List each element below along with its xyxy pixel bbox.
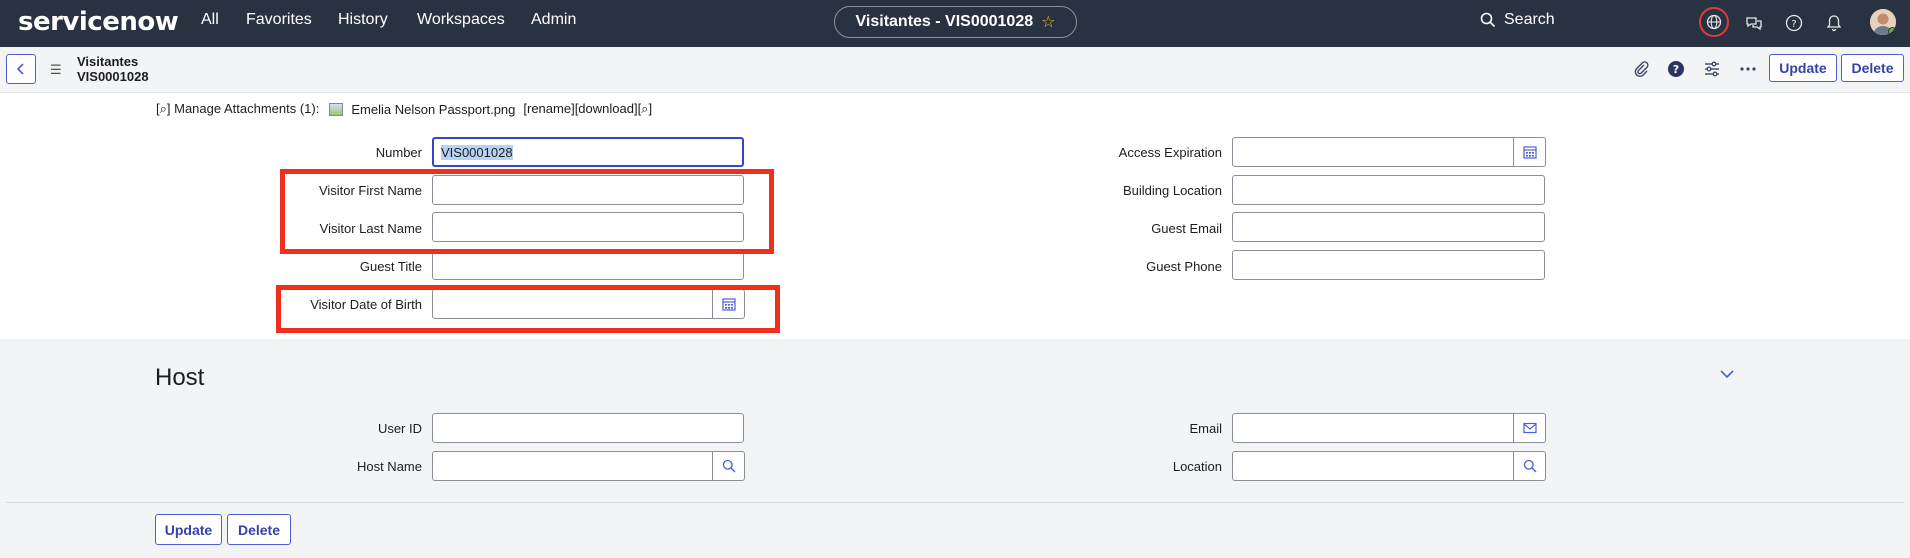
nav-all[interactable]: All [201, 11, 219, 29]
paperclip-attachment-icon[interactable] [1630, 58, 1652, 80]
more-options-icon[interactable] [1737, 58, 1759, 80]
host-section-title: Host [155, 364, 205, 391]
update-button-header[interactable]: Update [1769, 54, 1837, 82]
lookup-search-icon[interactable] [1514, 451, 1546, 481]
guest-phone-label: Guest Phone [1146, 259, 1222, 274]
svg-text:?: ? [1673, 63, 1679, 76]
email-field[interactable] [1232, 413, 1514, 443]
lookup-search-icon[interactable] [713, 451, 745, 481]
guest-email-label: Guest Email [1151, 221, 1222, 236]
servicenow-logo[interactable]: servicenow [18, 7, 179, 37]
chevron-left-icon [16, 63, 24, 75]
building-location-field[interactable] [1232, 175, 1545, 205]
guest-email-field[interactable] [1232, 212, 1545, 242]
user-id-field[interactable] [432, 413, 744, 443]
help-circle-icon[interactable]: ? [1665, 58, 1687, 80]
help-icon[interactable]: ? [1781, 10, 1807, 36]
location-field[interactable] [1232, 451, 1514, 481]
access-expiration-field[interactable] [1232, 137, 1514, 167]
online-status-dot [1888, 27, 1896, 35]
email-label: Email [1189, 421, 1222, 436]
image-file-icon [329, 102, 344, 116]
number-label: Number [375, 145, 422, 160]
highlight-box-date-of-birth [276, 285, 780, 333]
number-value: VIS0001028 [441, 145, 513, 160]
attachments-row: [⌕] Manage Attachments (1): Emelia Nelso… [156, 101, 652, 117]
guest-title-label: Guest Title [359, 259, 422, 274]
search-label: Search [1504, 11, 1555, 28]
access-expiration-label: Access Expiration [1118, 145, 1222, 160]
favorite-star-icon[interactable]: ☆ [1041, 12, 1055, 32]
location-label: Location [1172, 459, 1222, 474]
calendar-icon[interactable] [1514, 137, 1546, 167]
nav-admin[interactable]: Admin [531, 11, 576, 29]
chat-icon[interactable] [1741, 10, 1767, 36]
guest-phone-field[interactable] [1232, 250, 1545, 280]
host-name-label: Host Name [356, 459, 422, 474]
form-table-name: Visitantes [77, 54, 139, 69]
highlight-box-name-fields [280, 169, 774, 254]
nav-favorites[interactable]: Favorites [246, 11, 312, 29]
context-menu-icon[interactable]: ☰ [50, 62, 62, 78]
building-location-label: Building Location [1122, 183, 1222, 198]
chevron-down-icon[interactable] [1719, 366, 1735, 384]
record-title-pill[interactable]: Visitantes - VIS0001028 ☆ [834, 6, 1077, 38]
guest-title-field[interactable] [432, 250, 744, 280]
delete-button-footer[interactable]: Delete [227, 514, 291, 545]
nav-history[interactable]: History [338, 11, 388, 29]
record-title: Visitantes - VIS0001028 [855, 13, 1034, 30]
search-icon [1480, 12, 1496, 28]
host-name-field[interactable] [432, 451, 713, 481]
form-record-number: VIS0001028 [77, 69, 149, 84]
nav-workspaces[interactable]: Workspaces [417, 11, 505, 29]
attachment-file-name[interactable]: Emelia Nelson Passport.png [351, 102, 515, 117]
notifications-bell-icon[interactable] [1821, 10, 1847, 36]
user-avatar[interactable] [1870, 9, 1896, 35]
update-button-footer[interactable]: Update [155, 514, 222, 545]
global-search[interactable]: Search [1480, 11, 1555, 29]
number-field[interactable]: VIS0001028 [432, 137, 744, 167]
personalize-sliders-icon[interactable] [1701, 58, 1723, 80]
language-globe-icon[interactable] [1699, 7, 1729, 37]
delete-button-header[interactable]: Delete [1841, 54, 1904, 82]
top-navigation-bar: servicenow All Favorites History Workspa… [0, 0, 1910, 47]
section-divider [6, 502, 1904, 503]
attachment-actions[interactable]: [rename][download][⌕] [523, 101, 652, 117]
svg-text:?: ? [1791, 19, 1796, 30]
form-header: ☰ Visitantes VIS0001028 ? Update Delete [0, 47, 1910, 93]
back-button[interactable] [6, 54, 36, 84]
send-email-icon[interactable] [1514, 413, 1546, 443]
user-id-label: User ID [377, 421, 422, 436]
manage-attachments-link[interactable]: [⌕] Manage Attachments (1): [156, 101, 319, 117]
